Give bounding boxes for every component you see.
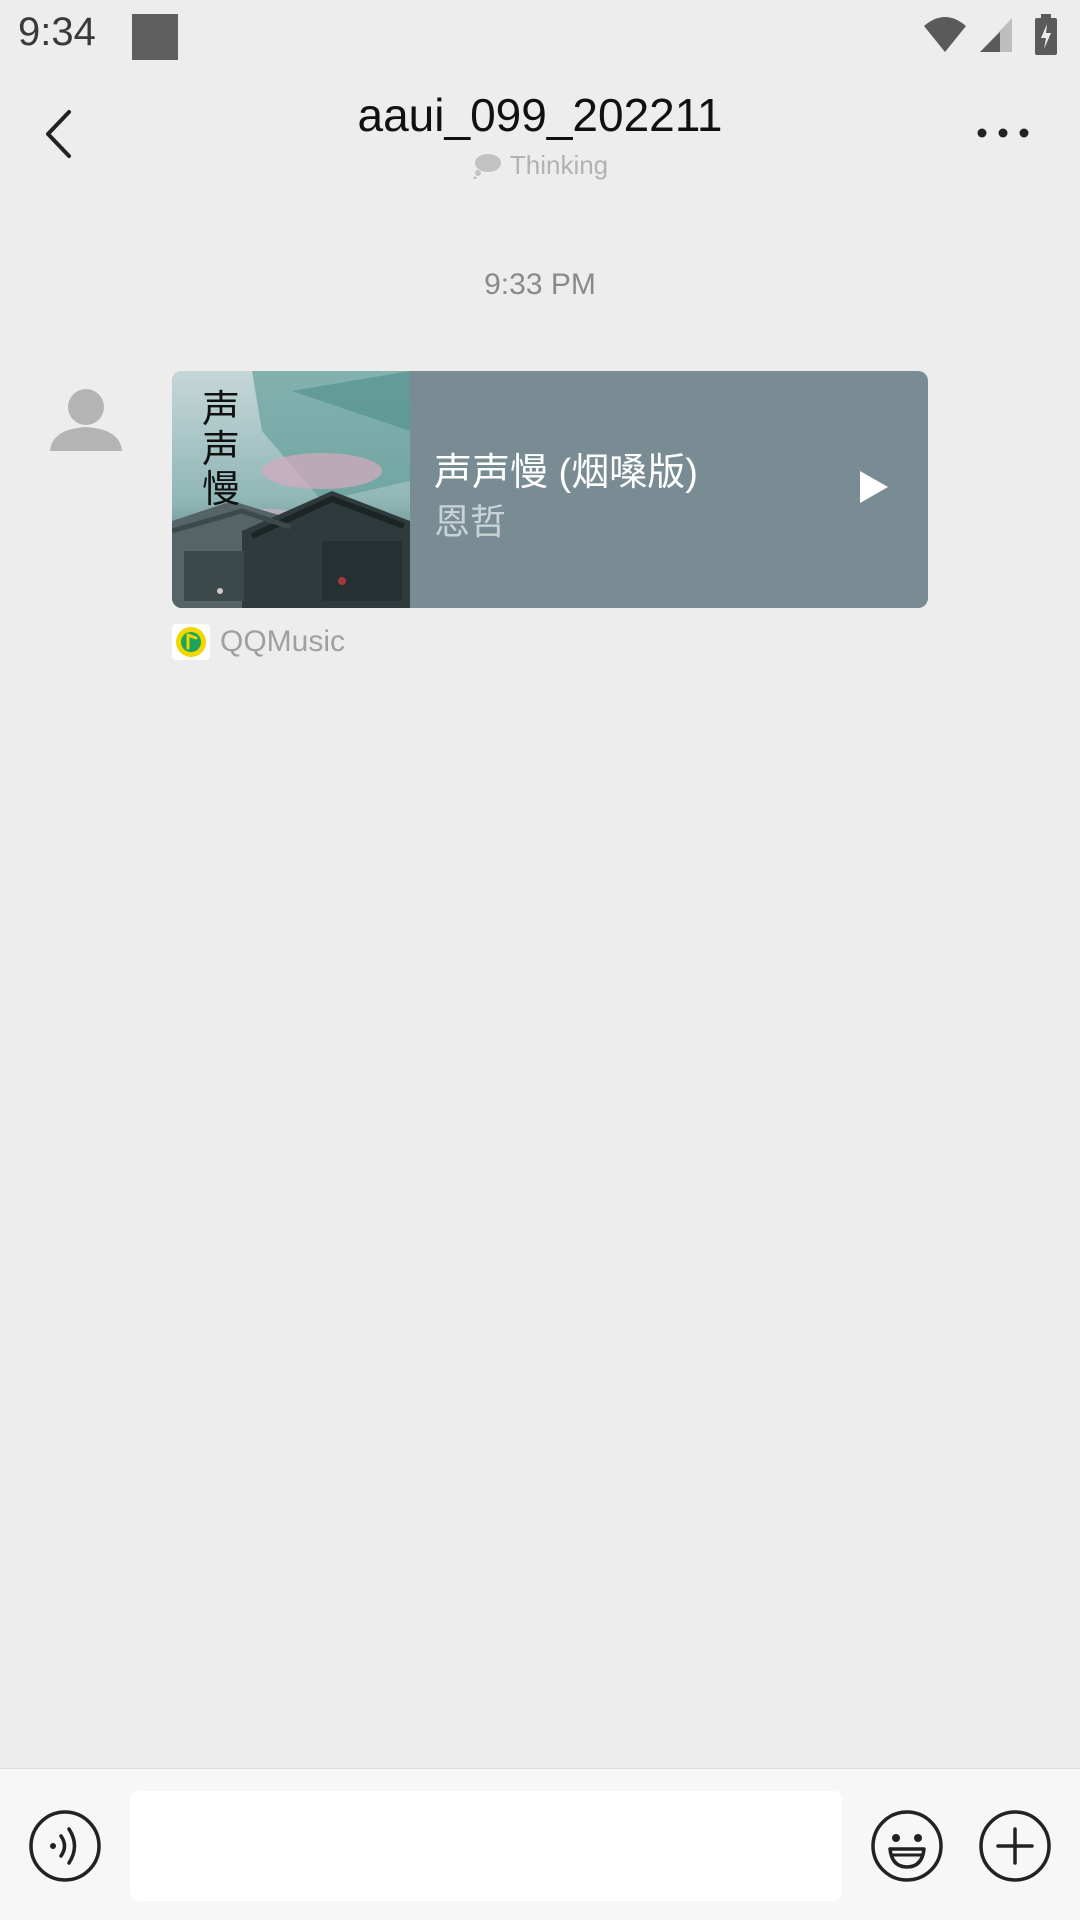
wifi-icon xyxy=(924,17,966,52)
song-artist: 恩哲 xyxy=(434,501,507,542)
plus-icon xyxy=(979,1810,1051,1882)
more-options-button[interactable] xyxy=(968,108,1038,158)
battery-charging-icon xyxy=(1035,14,1057,55)
message-input[interactable] xyxy=(130,1791,842,1901)
voice-icon xyxy=(29,1810,101,1882)
plus-button[interactable] xyxy=(978,1809,1052,1883)
music-card[interactable]: 声声慢 声声慢 (烟嗓版) 恩哲 xyxy=(172,371,928,608)
emoji-icon xyxy=(871,1810,943,1882)
music-source[interactable]: QQMusic xyxy=(172,624,345,660)
voice-button[interactable] xyxy=(28,1809,102,1883)
album-cover-text: 声声慢 xyxy=(202,387,241,511)
status-time: 9:34 xyxy=(18,10,96,54)
signal-icon xyxy=(980,18,1012,52)
qqmusic-icon xyxy=(172,624,210,660)
more-dots-icon xyxy=(977,128,1029,138)
chat-status: Thinking xyxy=(0,150,1080,181)
play-button[interactable] xyxy=(844,457,904,517)
message-timestamp: 9:33 PM xyxy=(484,268,596,301)
default-avatar-icon xyxy=(50,389,122,451)
music-source-label: QQMusic xyxy=(220,625,346,658)
chat-status-label: Thinking xyxy=(509,150,609,180)
status-bar: 9:34 xyxy=(0,0,1080,74)
chat-header: aaui_099_202211 Thinking xyxy=(0,74,1080,194)
avatar[interactable] xyxy=(36,370,136,470)
input-bar xyxy=(0,1768,1080,1920)
notification-icon xyxy=(132,14,178,60)
album-cover: 声声慢 xyxy=(172,371,410,608)
song-title: 声声慢 (烟嗓版) xyxy=(434,452,698,494)
emoji-button[interactable] xyxy=(870,1809,944,1883)
play-icon xyxy=(860,471,888,503)
speech-bubble-icon xyxy=(473,153,501,179)
chat-title: aaui_099_202211 xyxy=(357,89,723,141)
